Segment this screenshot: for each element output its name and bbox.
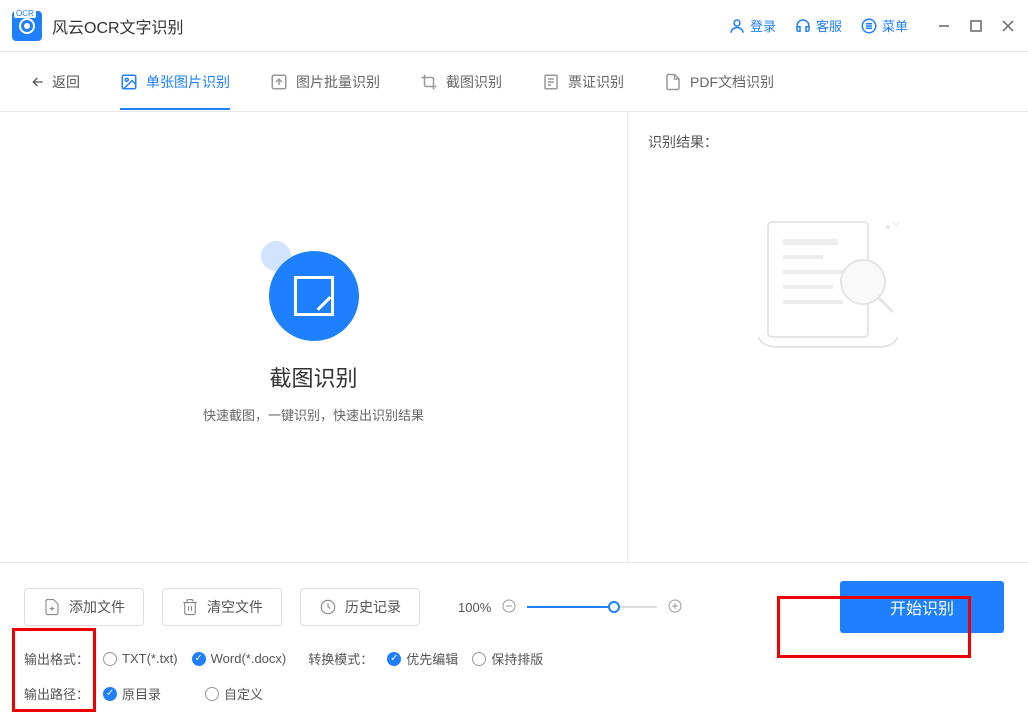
add-file-button[interactable]: 添加文件	[24, 588, 144, 626]
zoom-value: 100%	[458, 600, 491, 615]
output-path-row: 输出路径： 原目录 自定义	[24, 684, 1004, 703]
start-recognize-button[interactable]: 开始识别	[840, 581, 1004, 633]
tab-screenshot[interactable]: 截图识别	[420, 54, 502, 110]
zoom-slider[interactable]	[527, 606, 657, 608]
zoom-control: 100%	[458, 598, 683, 617]
main-area: 截图识别 快速截图，一键识别，快速出识别结果 识别结果：	[0, 112, 1028, 562]
empty-result-illustration	[648, 212, 1008, 352]
zoom-in-button[interactable]	[667, 598, 683, 617]
minimize-button[interactable]	[936, 18, 952, 34]
bottom-panel: 添加文件 清空文件 历史记录 100% 开始识别 输出格式： TXT(*.txt…	[0, 562, 1028, 721]
mode-edit-radio[interactable]: 优先编辑	[387, 649, 458, 668]
maximize-button[interactable]	[968, 18, 984, 34]
path-custom-radio[interactable]: 自定义	[205, 684, 263, 703]
format-txt-radio[interactable]: TXT(*.txt)	[103, 651, 178, 666]
drop-subtitle: 快速截图，一键识别，快速出识别结果	[203, 405, 424, 424]
path-original-radio[interactable]: 原目录	[103, 684, 161, 703]
history-button[interactable]: 历史记录	[300, 588, 420, 626]
drop-title: 截图识别	[269, 361, 357, 393]
titlebar: 风云OCR文字识别 登录 客服 菜单	[0, 0, 1028, 52]
crop-icon	[420, 73, 438, 91]
app-title: 风云OCR文字识别	[52, 14, 184, 38]
receipt-icon	[542, 73, 560, 91]
app-logo-icon	[12, 11, 42, 41]
tab-pdf[interactable]: PDF文档识别	[664, 54, 774, 110]
image-icon	[120, 73, 138, 91]
output-format-label: 输出格式：	[24, 649, 89, 668]
pdf-icon	[664, 73, 682, 91]
user-icon	[728, 17, 746, 35]
upload-icon	[270, 73, 288, 91]
result-panel: 识别结果：	[628, 112, 1028, 562]
crop-circle-icon	[269, 251, 359, 341]
list-icon	[860, 17, 878, 35]
tab-batch-image[interactable]: 图片批量识别	[270, 54, 380, 110]
login-button[interactable]: 登录	[728, 16, 776, 35]
close-button[interactable]	[1000, 18, 1016, 34]
trash-icon	[181, 598, 199, 616]
file-add-icon	[43, 598, 61, 616]
mode-layout-radio[interactable]: 保持排版	[472, 649, 543, 668]
tab-ticket[interactable]: 票证识别	[542, 54, 624, 110]
tabbar: 返回 单张图片识别 图片批量识别 截图识别 票证识别 PDF文档识别	[0, 52, 1028, 112]
headset-icon	[794, 17, 812, 35]
output-path-label: 输出路径：	[24, 684, 89, 703]
drop-area[interactable]: 截图识别 快速截图，一键识别，快速出识别结果	[0, 112, 628, 562]
zoom-out-button[interactable]	[501, 598, 517, 617]
result-label: 识别结果：	[648, 132, 1008, 152]
tab-single-image[interactable]: 单张图片识别	[120, 54, 230, 110]
arrow-left-icon	[30, 74, 46, 90]
format-word-radio[interactable]: Word(*.docx)	[192, 651, 287, 666]
menu-button[interactable]: 菜单	[860, 16, 908, 35]
convert-mode-label: 转换模式：	[308, 649, 373, 668]
back-button[interactable]: 返回	[30, 72, 80, 92]
clear-file-button[interactable]: 清空文件	[162, 588, 282, 626]
output-format-row: 输出格式： TXT(*.txt) Word(*.docx) 转换模式： 优先编辑…	[24, 649, 1004, 668]
support-button[interactable]: 客服	[794, 16, 842, 35]
clock-icon	[319, 598, 337, 616]
